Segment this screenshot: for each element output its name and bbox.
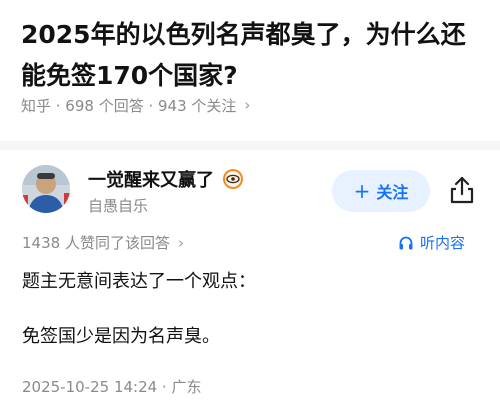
user-avatar-photo-icon [22,165,70,213]
chevron-right-icon: › [177,233,184,252]
section-divider [0,141,500,150]
chevron-right-icon: › [244,96,251,114]
answer-timestamp: 2025-10-25 14:24 · 广东 [22,378,202,396]
answer-paragraph: 题主无意间表达了一个观点： [22,271,256,292]
follow-label: 关注 [376,183,409,202]
listen-label: 听内容 [420,234,466,252]
headphones-icon [399,236,413,249]
author-name[interactable]: 一觉醒来又赢了 [88,166,244,192]
question-meta[interactable]: 知乎 · 698 个回答 · 943 个关注 › [21,94,250,116]
question-title[interactable]: 2025年的以色列名声都臭了，为什么还能免签170个国家? [21,14,481,96]
plus-icon: + [353,179,371,203]
vote-summary-text: 1438 人赞同了该回答 [22,234,170,252]
share-icon[interactable] [448,175,476,205]
question-stats: 知乎 · 698 个回答 · 943 个关注 [21,96,237,115]
avatar[interactable] [22,165,70,213]
follow-button[interactable]: + 关注 [332,170,430,212]
author-bio: 自愚自乐 [88,197,149,215]
author-name-text: 一觉醒来又赢了 [88,170,214,191]
listen-button[interactable]: 听内容 [398,232,465,253]
vote-summary[interactable]: 1438 人赞同了该回答 › [22,232,184,253]
eye-badge-icon [222,168,244,190]
answer-paragraph: 免签国少是因为名声臭。 [22,326,220,347]
